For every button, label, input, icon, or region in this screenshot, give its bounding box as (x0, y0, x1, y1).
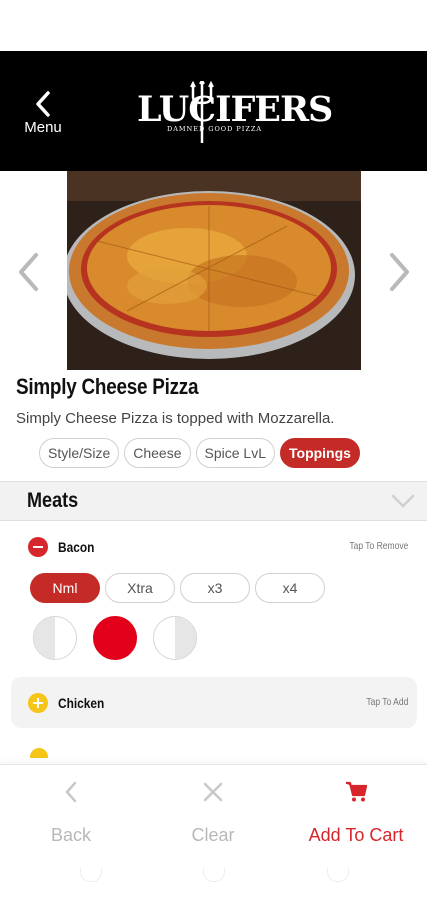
whole-pizza-icon[interactable] (93, 616, 137, 660)
topping-name: Chicken (58, 695, 105, 711)
remove-icon[interactable] (28, 537, 48, 557)
product-photo (67, 171, 361, 370)
tab-style-size[interactable]: Style/Size (39, 438, 120, 468)
next-image-arrow[interactable] (388, 252, 412, 292)
chevron-down-icon (391, 494, 415, 508)
back-button[interactable]: Back (0, 765, 142, 865)
section-title: Meats (27, 489, 79, 512)
app-header: Menu LUCIFERS DAMNED GOOD PIZZA (0, 51, 427, 171)
product-title: Simply Cheese Pizza (16, 374, 199, 399)
chevron-left-icon (65, 781, 77, 803)
tab-cheese[interactable]: Cheese (124, 438, 191, 468)
add-to-cart-button[interactable]: Add To Cart (285, 765, 427, 865)
topping-hint: Tap To Add (366, 697, 408, 708)
back-label: Back (50, 825, 92, 845)
logo-wordmark: LUCIFERS (137, 89, 333, 130)
topping-item-bacon[interactable]: Bacon Tap To Remove (28, 537, 408, 561)
next-topping-peek (30, 748, 48, 758)
placement-selector (33, 616, 197, 660)
product-description: Simply Cheese Pizza is topped with Mozza… (16, 410, 335, 427)
topping-item-chicken[interactable]: Chicken Tap To Add (28, 693, 408, 717)
menu-back-button[interactable]: Menu (20, 91, 66, 136)
left-half-icon[interactable] (33, 616, 77, 660)
qty-extra[interactable]: Xtra (105, 573, 175, 603)
clear-label: Clear (191, 825, 235, 845)
chevron-left-icon (36, 91, 50, 117)
quantity-selector: Nml Xtra x3 x4 (30, 573, 325, 603)
menu-back-label: Menu (24, 119, 62, 136)
add-icon[interactable] (28, 693, 48, 713)
tab-toppings[interactable]: Toppings (280, 438, 360, 468)
add-to-cart-label: Add To Cart (308, 825, 404, 845)
cart-icon (346, 781, 367, 802)
topping-name: Bacon (58, 539, 95, 555)
tab-spice-level[interactable]: Spice LvL (195, 438, 275, 468)
close-icon (203, 782, 223, 802)
qty-x3[interactable]: x3 (180, 573, 250, 603)
qty-normal[interactable]: Nml (30, 573, 100, 603)
brand-logo: LUCIFERS DAMNED GOOD PIZZA (137, 81, 333, 143)
logo-tagline: DAMNED GOOD PIZZA (167, 125, 263, 133)
right-half-icon[interactable] (153, 616, 197, 660)
qty-x4[interactable]: x4 (255, 573, 325, 603)
meats-section-header[interactable]: Meats (0, 481, 427, 521)
clear-button[interactable]: Clear (142, 765, 284, 865)
prev-image-arrow[interactable] (16, 252, 40, 292)
option-tabs: Style/Size Cheese Spice LvL Toppings (39, 438, 360, 468)
topping-hint: Tap To Remove (349, 541, 408, 552)
